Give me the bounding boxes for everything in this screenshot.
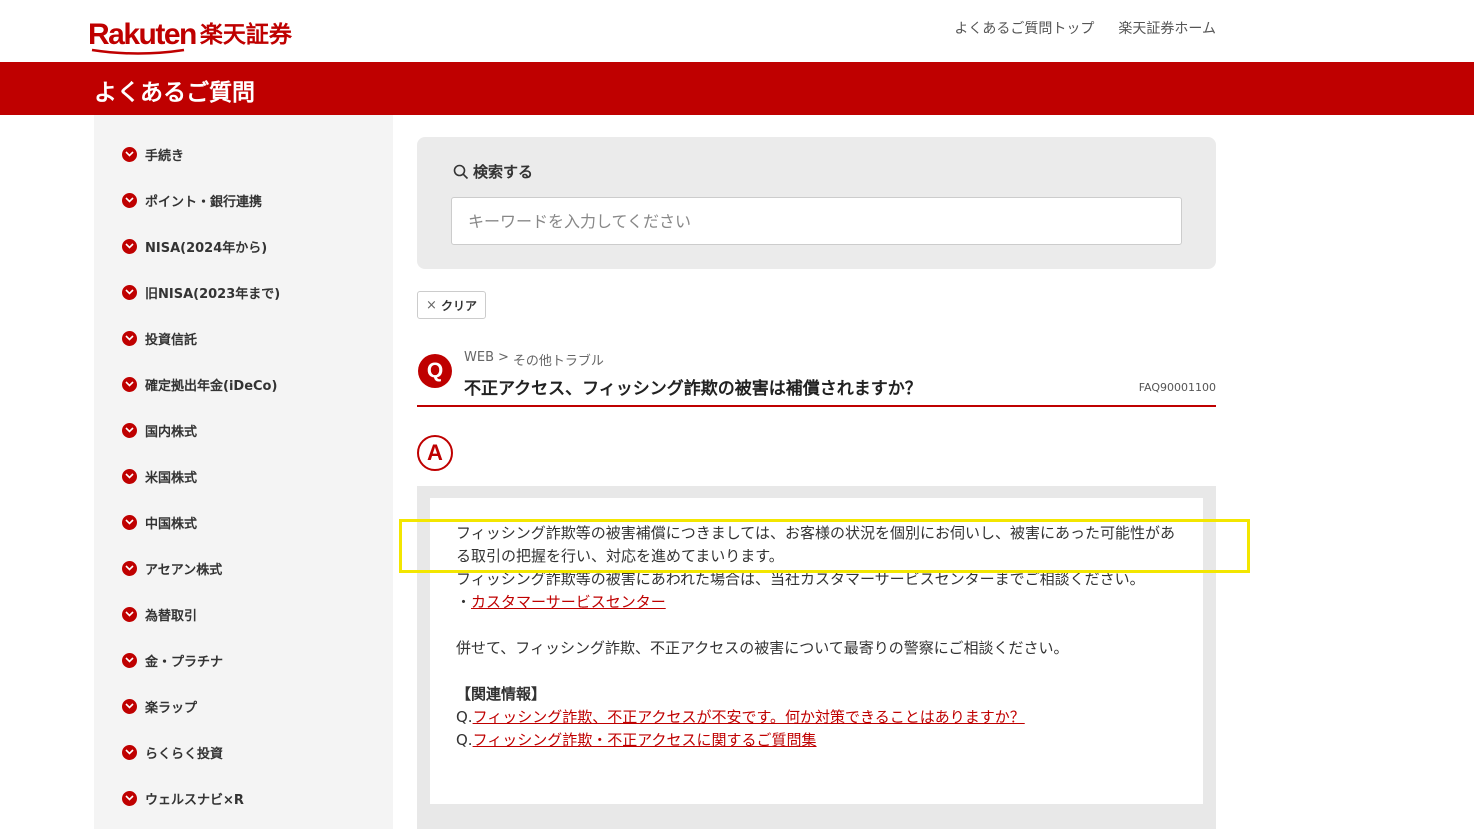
sidebar-item-domestic-stocks[interactable]: 国内株式	[122, 419, 197, 441]
sidebar-item-mutual-funds[interactable]: 投資信託	[122, 327, 197, 349]
related-heading: 【関連情報】	[456, 685, 547, 703]
sidebar-item-fx[interactable]: 為替取引	[122, 603, 197, 625]
chevron-down-icon	[122, 192, 137, 208]
breadcrumb-web[interactable]: WEB	[464, 350, 494, 369]
sidebar-item-old-nisa[interactable]: 旧NISA(2023年まで)	[122, 281, 280, 303]
search-panel: 検索する	[417, 137, 1216, 269]
breadcrumb: WEB > その他トラブル	[464, 350, 604, 369]
question-divider	[417, 405, 1216, 407]
sidebar-item-label: 投資信託	[145, 332, 198, 348]
sidebar-item-label: 米国株式	[145, 470, 198, 486]
breadcrumb-separator: >	[498, 350, 509, 365]
sidebar-item-gold-platinum[interactable]: 金・プラチナ	[122, 649, 223, 671]
sidebar-item-label: 国内株式	[145, 424, 198, 440]
securities-home-link[interactable]: 楽天証券ホーム	[1118, 18, 1216, 38]
sidebar-item-ideco[interactable]: 確定拠出年金(iDeCo)	[122, 373, 277, 395]
question-title: 不正アクセス、フィッシング詐欺の被害は補償されますか？	[464, 379, 922, 399]
logo-wordmark: Rakuten	[88, 18, 197, 51]
sidebar-item-rakuraku[interactable]: らくらく投資	[122, 741, 223, 763]
sidebar-item-label: 確定拠出年金(iDeCo)	[145, 378, 278, 394]
chevron-down-icon	[122, 284, 137, 300]
sidebar-item-label: 楽ラップ	[145, 700, 198, 716]
breadcrumb-other-trouble[interactable]: その他トラブル	[513, 350, 604, 369]
chevron-down-icon	[122, 560, 137, 576]
related-link-faq-collection[interactable]: フィッシング詐欺・不正アクセスに関するご質問集	[473, 731, 817, 749]
related-item: Q.フィッシング詐欺、不正アクセスが不安です。何か対策できることはありますか？	[456, 706, 1186, 729]
search-icon	[453, 164, 469, 179]
chevron-down-icon	[122, 652, 137, 668]
chevron-down-icon	[122, 422, 137, 438]
chevron-down-icon	[122, 744, 137, 760]
sidebar-item-label: 中国株式	[145, 516, 198, 532]
clear-button-label: クリア	[440, 298, 477, 313]
sidebar-item-label: 旧NISA(2023年まで)	[145, 286, 281, 302]
close-icon: ×	[426, 297, 437, 313]
sidebar-item-nisa-2024[interactable]: NISA(2024年から)	[122, 235, 267, 257]
sidebar-item-label: ポイント・銀行連携	[145, 194, 263, 210]
related-item: Q.フィッシング詐欺・不正アクセスに関するご質問集	[456, 729, 1186, 752]
sidebar-item-asean-stocks[interactable]: アセアン株式	[122, 557, 222, 579]
header-links: よくあるご質問トップ 楽天証券ホーム	[954, 18, 1216, 38]
chevron-down-icon	[122, 376, 137, 392]
search-label: 検索する	[453, 161, 533, 182]
category-sidebar: 手続き ポイント・銀行連携 NISA(2024年から) 旧NISA(2023年ま…	[94, 115, 393, 829]
faq-id: FAQ90001100	[1138, 381, 1216, 394]
sidebar-item-rakuwrap[interactable]: 楽ラップ	[122, 695, 197, 717]
customer-service-line: ・カスタマーサービスセンター	[456, 591, 1186, 614]
sidebar-item-label: ウェルスナビ×R	[145, 792, 244, 808]
sidebar-item-label: 手続き	[145, 148, 185, 164]
related-prefix: Q.	[456, 731, 473, 749]
highlight-box	[399, 519, 1250, 573]
related-prefix: Q.	[456, 708, 473, 726]
sidebar-item-label: NISA(2024年から)	[145, 240, 268, 256]
logo-jp-text: 楽天証券	[199, 22, 292, 48]
sidebar-item-china-stocks[interactable]: 中国株式	[122, 511, 197, 533]
chevron-down-icon	[122, 238, 137, 254]
rakuten-logo[interactable]: Rakuten 楽天証券	[88, 10, 292, 55]
search-input[interactable]	[451, 197, 1182, 245]
page-title: よくあるご質問	[94, 80, 255, 106]
sidebar-item-label: 為替取引	[145, 608, 198, 624]
top-header: Rakuten 楽天証券 よくあるご質問トップ 楽天証券ホーム	[0, 0, 1474, 62]
answer-paragraph-3: 併せて、フィッシング詐欺、不正アクセスの被害について最寄りの警察にご相談ください…	[456, 639, 1069, 657]
clear-button[interactable]: × クリア	[417, 291, 486, 319]
question-badge: Q	[418, 354, 452, 388]
chevron-down-icon	[122, 606, 137, 622]
faq-top-link[interactable]: よくあるご質問トップ	[954, 18, 1094, 38]
sidebar-item-label: 金・プラチナ	[145, 654, 224, 670]
chevron-down-icon	[122, 146, 137, 162]
chevron-down-icon	[122, 468, 137, 484]
customer-service-link[interactable]: カスタマーサービスセンター	[471, 593, 666, 611]
sidebar-item-label: アセアン株式	[145, 562, 223, 578]
sidebar-item-procedures[interactable]: 手続き	[122, 143, 184, 165]
title-bar: よくあるご質問	[0, 62, 1474, 115]
chevron-down-icon	[122, 790, 137, 806]
sidebar-item-us-stocks[interactable]: 米国株式	[122, 465, 197, 487]
sidebar-item-label: らくらく投資	[145, 746, 224, 762]
answer-badge: A	[417, 435, 453, 471]
sidebar-item-wealthnavi[interactable]: ウェルスナビ×R	[122, 787, 244, 809]
chevron-down-icon	[122, 698, 137, 714]
bullet: ・	[456, 593, 472, 611]
logo-swoosh-icon	[91, 48, 185, 55]
chevron-down-icon	[122, 514, 137, 530]
chevron-down-icon	[122, 330, 137, 346]
search-label-text: 検索する	[473, 163, 534, 181]
sidebar-item-points-bank[interactable]: ポイント・銀行連携	[122, 189, 262, 211]
related-link-countermeasures[interactable]: フィッシング詐欺、不正アクセスが不安です。何か対策できることはありますか？	[473, 708, 1025, 726]
